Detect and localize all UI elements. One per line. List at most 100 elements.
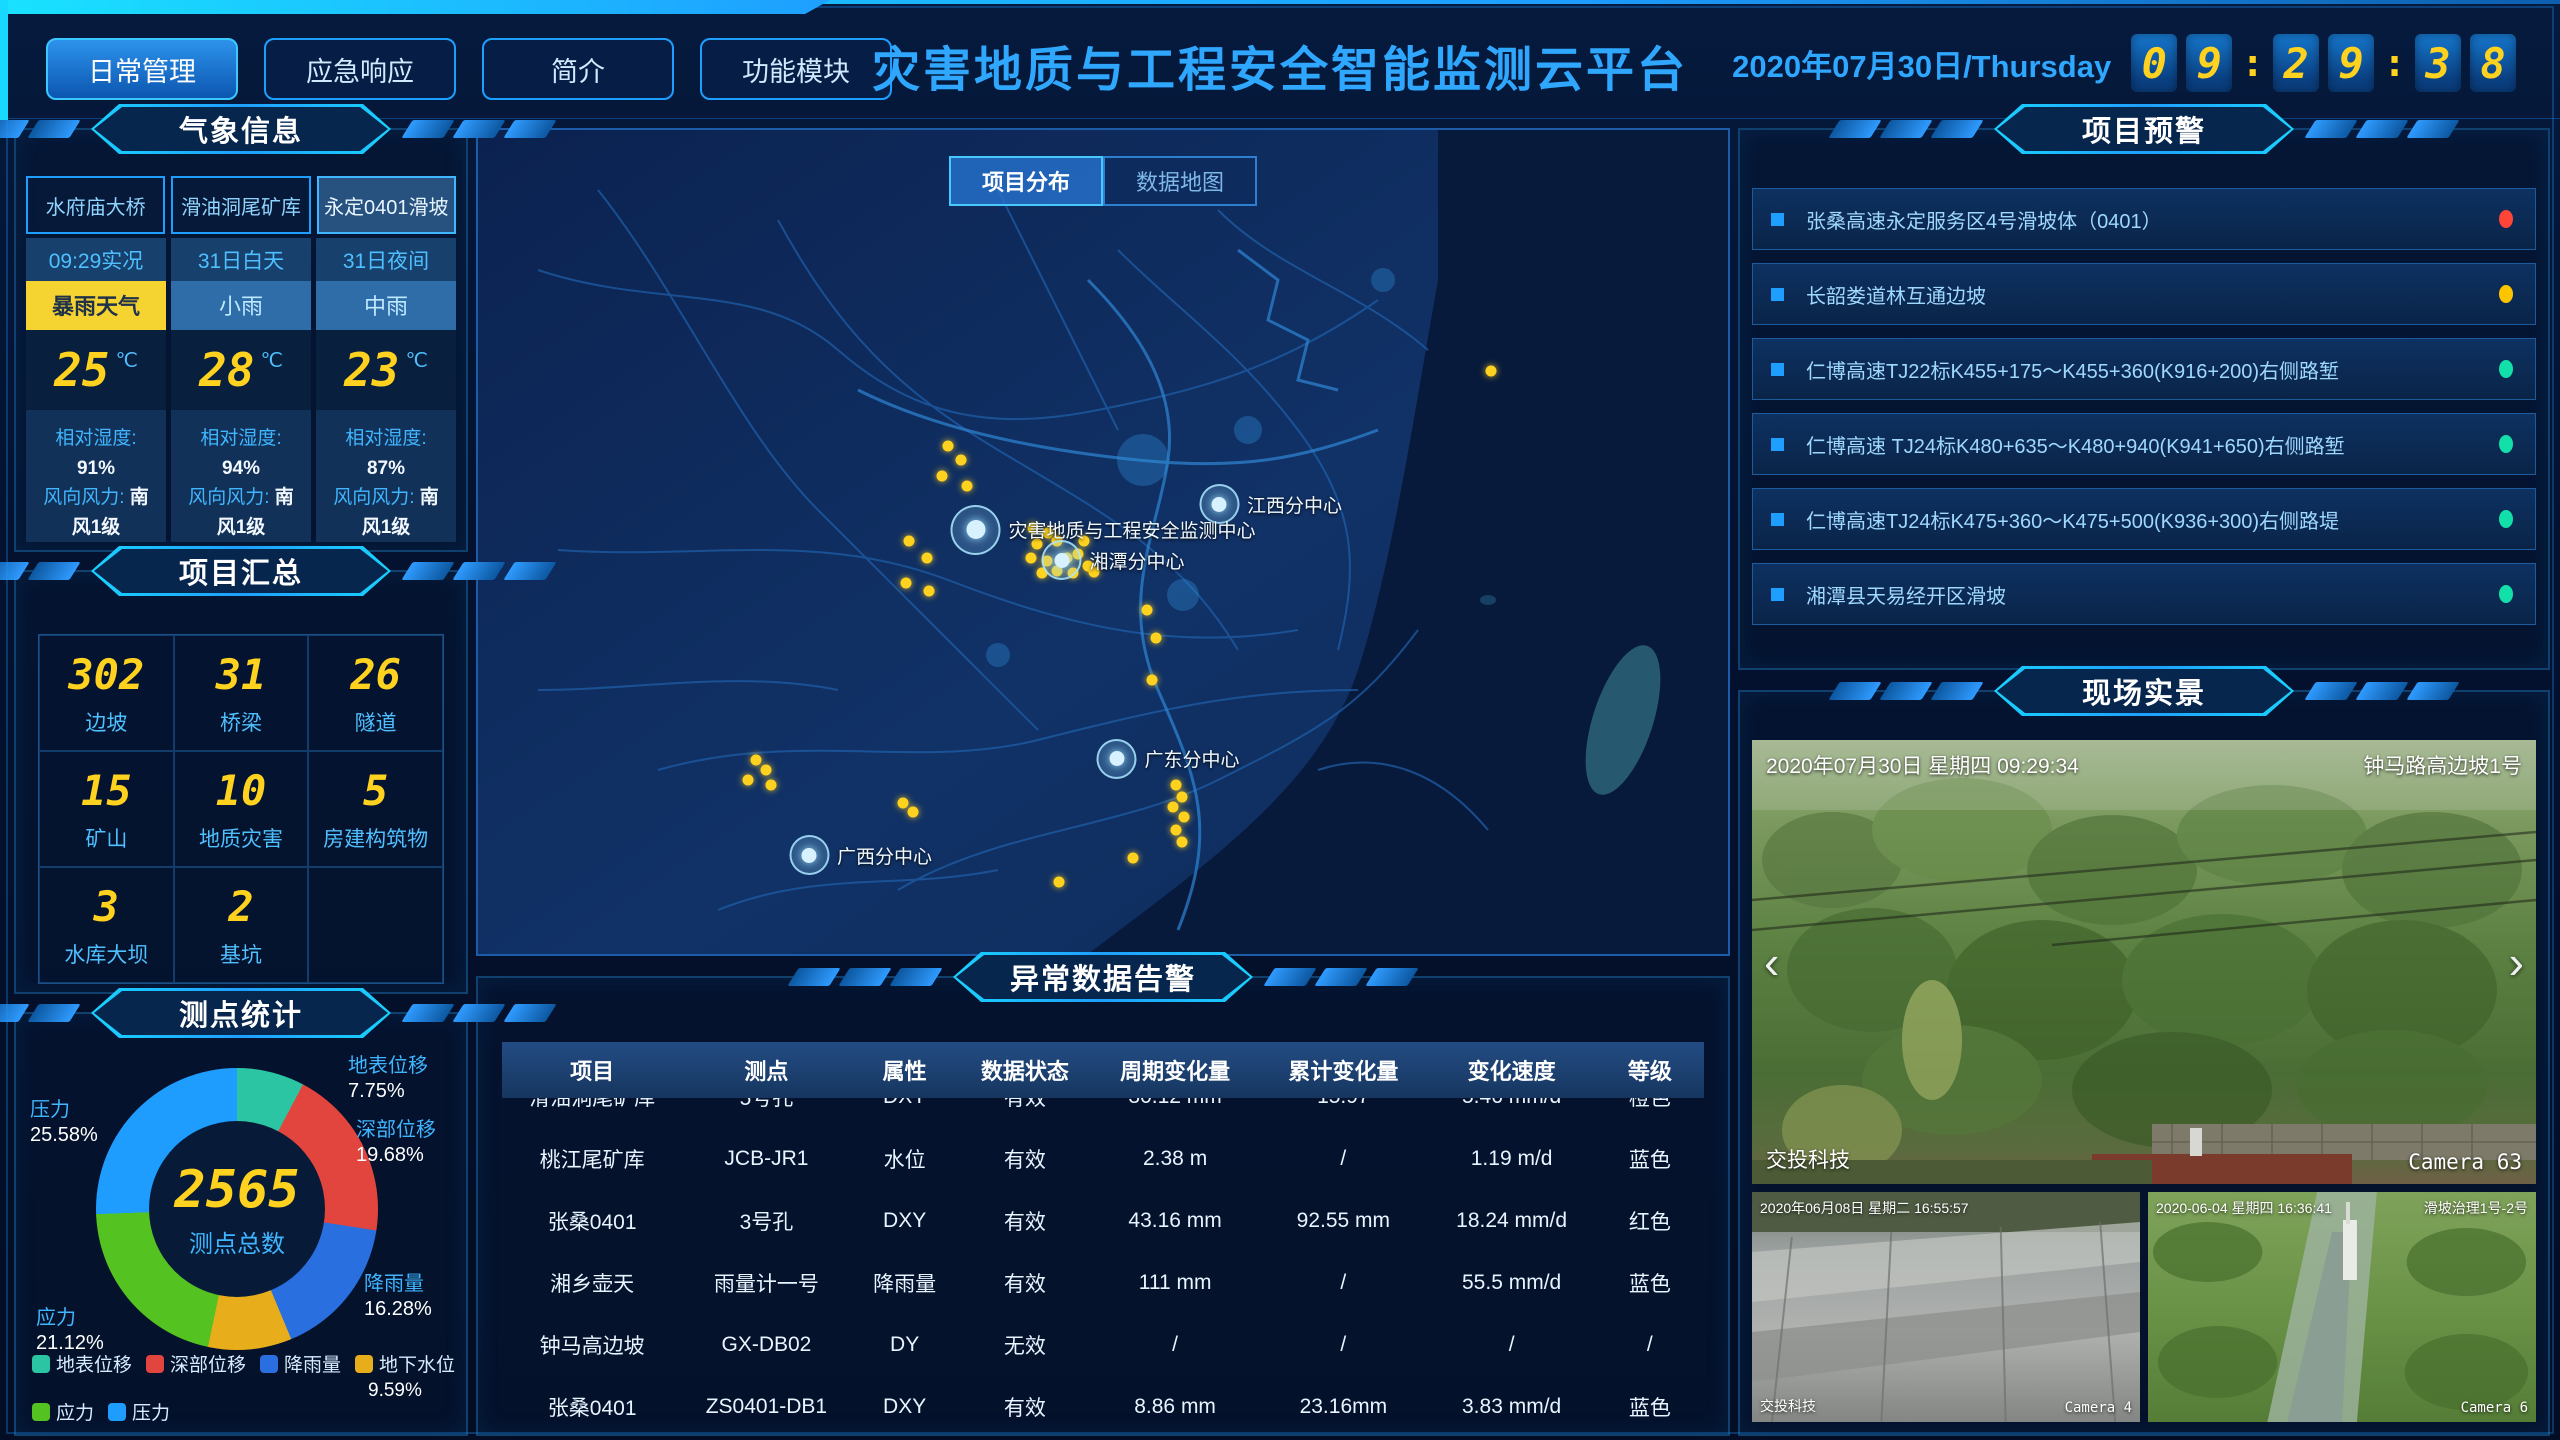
warning-item[interactable]: 长韶娄道林互通边坡: [1752, 263, 2536, 325]
summary-label: 边坡: [85, 707, 127, 737]
project-dot[interactable]: [961, 480, 972, 491]
project-dot[interactable]: [760, 765, 771, 776]
humidity-label: 相对湿度:: [55, 428, 136, 449]
bullet-icon: [1771, 438, 1784, 451]
main-camera-view[interactable]: 2020年07月30日 星期四 09:29:34 钟马路高边坡1号 交投科技 C…: [1752, 740, 2536, 1184]
project-dot[interactable]: [1141, 604, 1152, 615]
cell-level: 红色: [1596, 1206, 1704, 1236]
project-dot[interactable]: [1168, 802, 1179, 813]
legend-chip: [355, 1355, 373, 1373]
cell-total: /: [1259, 1147, 1427, 1171]
project-dot[interactable]: [1485, 365, 1496, 376]
tab-project-distribution[interactable]: 项目分布: [949, 156, 1103, 206]
legend-stress[interactable]: 应力: [32, 1398, 94, 1425]
project-dot[interactable]: [908, 807, 919, 818]
tab-shuifumiao-bridge[interactable]: 水府庙大桥: [26, 176, 165, 234]
tab-data-map[interactable]: 数据地图: [1103, 156, 1257, 206]
warning-item[interactable]: 张桑高速永定服务区4号滑坡体（0401）: [1752, 188, 2536, 250]
warning-item[interactable]: 湘潭县天易经开区滑坡: [1752, 563, 2536, 625]
project-dot[interactable]: [1128, 853, 1139, 864]
project-dot[interactable]: [1170, 825, 1181, 836]
cell-total: 92.55 mm: [1259, 1209, 1427, 1233]
tab-huayoudong-tailings[interactable]: 滑油洞尾矿库: [171, 176, 310, 234]
project-dot[interactable]: [1179, 812, 1190, 823]
legend-pressure[interactable]: 压力: [108, 1398, 170, 1425]
camera-id-label: Camera 63: [2408, 1150, 2522, 1174]
table-row[interactable]: 钟马高边坡 GX-DB02 DY 无效 / / / /: [502, 1314, 1704, 1376]
cell-level: 蓝色: [1596, 1268, 1704, 1298]
deco-chips-left: [0, 1004, 75, 1022]
project-dot[interactable]: [1176, 791, 1187, 802]
project-dot[interactable]: [1150, 633, 1161, 644]
nav-daily-management[interactable]: 日常管理: [46, 38, 238, 100]
project-dot[interactable]: [904, 536, 915, 547]
cell-cycle: 8.86 mm: [1091, 1395, 1259, 1419]
warning-item[interactable]: 仁博高速TJ22标K455+175～K455+360(K916+200)右侧路堑: [1752, 338, 2536, 400]
project-dot[interactable]: [898, 798, 909, 809]
project-dot[interactable]: [1176, 836, 1187, 847]
table-row[interactable]: 滑油洞尾矿库 5号孔 DXY 有效 30.12 mm 15.97 5.46 mm…: [502, 1098, 1704, 1128]
bullet-icon: [1771, 363, 1784, 376]
project-dot[interactable]: [743, 775, 754, 786]
clock-colon: :: [2241, 41, 2264, 85]
header-bar: 日常管理 应急响应 简介 功能模块 灾害地质与工程安全智能监测云平台 2020年…: [0, 0, 2560, 119]
humidity-value: 94%: [222, 458, 260, 479]
nav-function-modules[interactable]: 功能模块: [700, 38, 892, 100]
summary-cell-slope: 302 边坡: [39, 635, 174, 751]
alerts-table-body[interactable]: 滑油洞尾矿库 5号孔 DXY 有效 30.12 mm 15.97 5.46 mm…: [502, 1098, 1704, 1426]
clock-digit: 8: [2470, 34, 2516, 92]
cell-status: 有效: [959, 1098, 1091, 1112]
nav-intro[interactable]: 简介: [482, 38, 674, 100]
cell-speed: 18.24 mm/d: [1427, 1209, 1595, 1233]
project-dot[interactable]: [1054, 877, 1065, 888]
legend-deep-displacement[interactable]: 深部位移: [146, 1350, 246, 1377]
prev-camera-arrow[interactable]: ‹: [1764, 939, 1779, 985]
legend-groundwater[interactable]: 地下水位: [355, 1350, 455, 1377]
project-dot[interactable]: [750, 755, 761, 766]
weather-col-tomorrow-day: 31日白天 小雨 28 ℃ 相对湿度: 94% 风向风力: 南风1级: [171, 238, 311, 542]
table-row[interactable]: 湘乡壶天 雨量计一号 降雨量 有效 111 mm / 55.5 mm/d 蓝色: [502, 1252, 1704, 1314]
weather-condition: 小雨: [171, 281, 311, 330]
next-camera-arrow[interactable]: ›: [2509, 939, 2524, 985]
cell-point: ZS0401-DB1: [682, 1395, 850, 1419]
wind-label: 风向风力:: [333, 487, 414, 508]
nav-emergency-response[interactable]: 应急响应: [264, 38, 456, 100]
alerts-table: 项目 测点 属性 数据状态 周期变化量 累计变化量 变化速度 等级 滑油洞尾矿库…: [502, 1042, 1704, 1426]
camera-thumb-slope[interactable]: 2020年06月08日 星期二 16:55:57 交投科技 Camera 4: [1752, 1192, 2140, 1422]
project-dot[interactable]: [1146, 674, 1157, 685]
deco-chips-left: [793, 968, 937, 986]
warning-item[interactable]: 仁博高速 TJ24标K480+635～K480+940(K941+650)右侧路…: [1752, 413, 2536, 475]
marker-guangdong-center[interactable]: 广东分中心: [1096, 739, 1239, 779]
project-dot[interactable]: [1170, 780, 1181, 791]
temp-value: 28: [199, 343, 254, 397]
table-row[interactable]: 桃江尾矿库 JCB-JR1 水位 有效 2.38 m / 1.19 m/d 蓝色: [502, 1128, 1704, 1190]
marker-ring: [950, 505, 1000, 555]
cell-project: 张桑0401: [502, 1206, 682, 1236]
project-dot[interactable]: [765, 780, 776, 791]
project-dot[interactable]: [900, 578, 911, 589]
marker-xiangtan-center[interactable]: 湘潭分中心: [1041, 540, 1184, 580]
project-dot[interactable]: [943, 440, 954, 451]
humidity-value: 87%: [367, 458, 405, 479]
summary-label: 水库大坝: [64, 939, 148, 969]
camera-thumb-field[interactable]: 2020-06-04 星期四 16:36:41 滑坡治理1号-2号 Camera…: [2148, 1192, 2536, 1422]
project-dot[interactable]: [955, 454, 966, 465]
warning-item[interactable]: 仁博高速TJ24标K475+360～K475+500(K936+300)右侧路堤: [1752, 488, 2536, 550]
marker-guangxi-center[interactable]: 广西分中心: [789, 835, 932, 875]
warning-text: 长韶娄道林互通边坡: [1806, 280, 1986, 309]
table-row[interactable]: 张桑0401 3号孔 DXY 有效 43.16 mm 92.55 mm 18.2…: [502, 1190, 1704, 1252]
marker-label: 江西分中心: [1247, 491, 1342, 518]
cell-total: 15.97: [1259, 1098, 1427, 1109]
tab-yongding-0401-slope[interactable]: 永定0401滑坡: [317, 176, 456, 234]
legend-rainfall[interactable]: 降雨量: [260, 1350, 341, 1377]
summary-cell-dam: 3 水库大坝: [39, 867, 174, 983]
summary-value: 31: [216, 650, 267, 699]
project-dot[interactable]: [936, 471, 947, 482]
alerts-table-header: 项目 测点 属性 数据状态 周期变化量 累计变化量 变化速度 等级: [502, 1042, 1704, 1098]
summary-value: 15: [81, 766, 132, 815]
project-dot[interactable]: [924, 586, 935, 597]
camera-timestamp: 2020年06月08日 星期二 16:55:57: [1760, 1198, 1969, 1218]
project-dot[interactable]: [921, 552, 932, 563]
table-row[interactable]: 张桑0401 ZS0401-DB1 DXY 有效 8.86 mm 23.16mm…: [502, 1376, 1704, 1426]
warning-text: 湘潭县天易经开区滑坡: [1806, 580, 2006, 609]
